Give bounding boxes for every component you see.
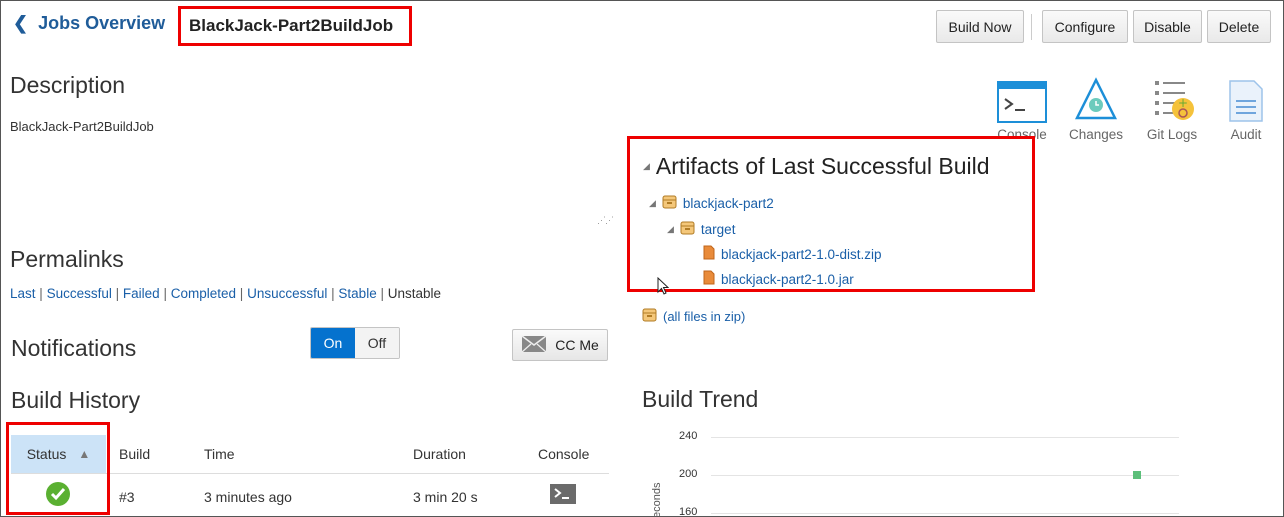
build-time: 3 minutes ago (204, 489, 292, 505)
notifications-heading: Notifications (11, 335, 137, 361)
artifact-file[interactable]: blackjack-part2-1.0-dist.zip (703, 245, 882, 263)
chart-y-tick-label: 160 (679, 506, 698, 517)
console-icon (987, 71, 1057, 123)
description-text: BlackJack-Part2BuildJob (10, 119, 154, 134)
envelope-icon (521, 334, 547, 356)
audit-icon (1211, 71, 1281, 123)
permalink-completed[interactable]: Completed (171, 286, 236, 301)
separator: | (163, 286, 167, 301)
artifacts-heading[interactable]: ◢ Artifacts of Last Successful Build (643, 153, 990, 180)
y-axis-label-text: econds (651, 482, 663, 517)
chevron-left-icon: ❮ (13, 13, 29, 33)
toggle-on[interactable]: On (311, 328, 355, 358)
resize-handle-icon[interactable]: ⋰⋰ (597, 215, 614, 226)
build-duration: 3 min 20 s (413, 489, 478, 505)
mouse-cursor-icon (657, 276, 670, 300)
console-column-header: Console (538, 446, 590, 462)
job-title: BlackJack-Part2BuildJob (178, 6, 412, 46)
build-trend-chart: 240 200 160 (677, 429, 1179, 517)
permalink-unsuccessful[interactable]: Unsuccessful (247, 286, 327, 301)
separator: | (331, 286, 335, 301)
separator: | (380, 286, 384, 301)
back-link[interactable]: ❮ Jobs Overview (13, 13, 165, 34)
toggle-off[interactable]: Off (355, 328, 399, 358)
build-number-link[interactable]: #3 (119, 489, 135, 505)
cc-me-label: CC Me (555, 337, 599, 353)
cc-me-button[interactable]: CC Me (512, 329, 608, 361)
changes-tool-label: Changes (1068, 127, 1124, 142)
separator: | (115, 286, 120, 301)
file-icon (703, 245, 715, 263)
svg-text:+: + (1178, 96, 1188, 110)
duration-column-header: Duration (413, 446, 466, 462)
chart-gridline (711, 513, 1179, 514)
build-trend-heading: Build Trend (642, 386, 759, 412)
build-now-button[interactable]: Build Now (936, 10, 1024, 43)
artifact-file[interactable]: blackjack-part2-1.0.jar (703, 270, 854, 288)
changes-icon (1061, 71, 1131, 123)
time-column-header: Time (204, 446, 235, 462)
git-logs-tool[interactable]: + Git Logs (1137, 71, 1207, 142)
console-tool[interactable]: Console (987, 71, 1057, 142)
chart-y-axis-label: econds (651, 469, 665, 517)
permalink-successful[interactable]: Successful (47, 286, 112, 301)
permalink-stable[interactable]: Stable (338, 286, 376, 301)
changes-tool[interactable]: Changes (1061, 71, 1131, 142)
disable-button[interactable]: Disable (1133, 10, 1202, 43)
artifact-folder-link[interactable]: blackjack-part2 (683, 196, 774, 211)
artifact-file-link[interactable]: blackjack-part2-1.0.jar (721, 272, 854, 287)
permalink-failed[interactable]: Failed (123, 286, 160, 301)
audit-tool[interactable]: Audit (1211, 71, 1281, 142)
file-icon (703, 270, 715, 288)
artifact-file-link[interactable]: blackjack-part2-1.0-dist.zip (721, 247, 882, 262)
configure-button[interactable]: Configure (1042, 10, 1128, 43)
chart-y-tick-label: 240 (679, 430, 698, 442)
permalink-unstable: Unstable (387, 286, 442, 301)
package-icon (642, 308, 657, 325)
chart-data-point[interactable] (1133, 471, 1141, 479)
chart-y-tick-label: 200 (679, 468, 698, 480)
artifact-tree-folder[interactable]: ◢ target (667, 221, 735, 238)
status-highlight (6, 422, 110, 515)
chart-gridline (711, 437, 1179, 438)
package-icon (662, 195, 677, 212)
back-link-label: Jobs Overview (38, 13, 166, 33)
expand-triangle-icon: ◢ (667, 224, 674, 234)
all-files-link[interactable]: (all files in zip) (663, 309, 745, 324)
separator: | (39, 286, 43, 301)
all-files-zip[interactable]: (all files in zip) (642, 308, 745, 325)
console-output-icon[interactable] (550, 484, 576, 509)
delete-button[interactable]: Delete (1207, 10, 1271, 43)
artifact-tree-root[interactable]: ◢ blackjack-part2 (649, 195, 774, 212)
toolbar-divider (1031, 14, 1032, 40)
artifact-folder-link[interactable]: target (701, 222, 736, 237)
package-icon (680, 221, 695, 238)
permalinks-heading: Permalinks (10, 246, 124, 272)
git-logs-icon: + (1137, 71, 1207, 123)
build-column-header: Build (119, 446, 151, 462)
audit-tool-label: Audit (1230, 127, 1262, 142)
chart-gridline (711, 475, 1179, 476)
separator: | (239, 286, 244, 301)
notifications-toggle[interactable]: On Off (310, 327, 400, 359)
git-logs-tool-label: Git Logs (1146, 127, 1198, 142)
expand-triangle-icon: ◢ (649, 198, 656, 208)
build-history-heading: Build History (11, 387, 141, 413)
permalinks-list: Last | Successful | Failed | Completed |… (10, 286, 441, 301)
description-heading: Description (10, 72, 126, 98)
permalink-last[interactable]: Last (10, 286, 36, 301)
collapse-triangle-icon: ◢ (643, 161, 650, 171)
artifacts-title: Artifacts of Last Successful Build (655, 153, 990, 179)
